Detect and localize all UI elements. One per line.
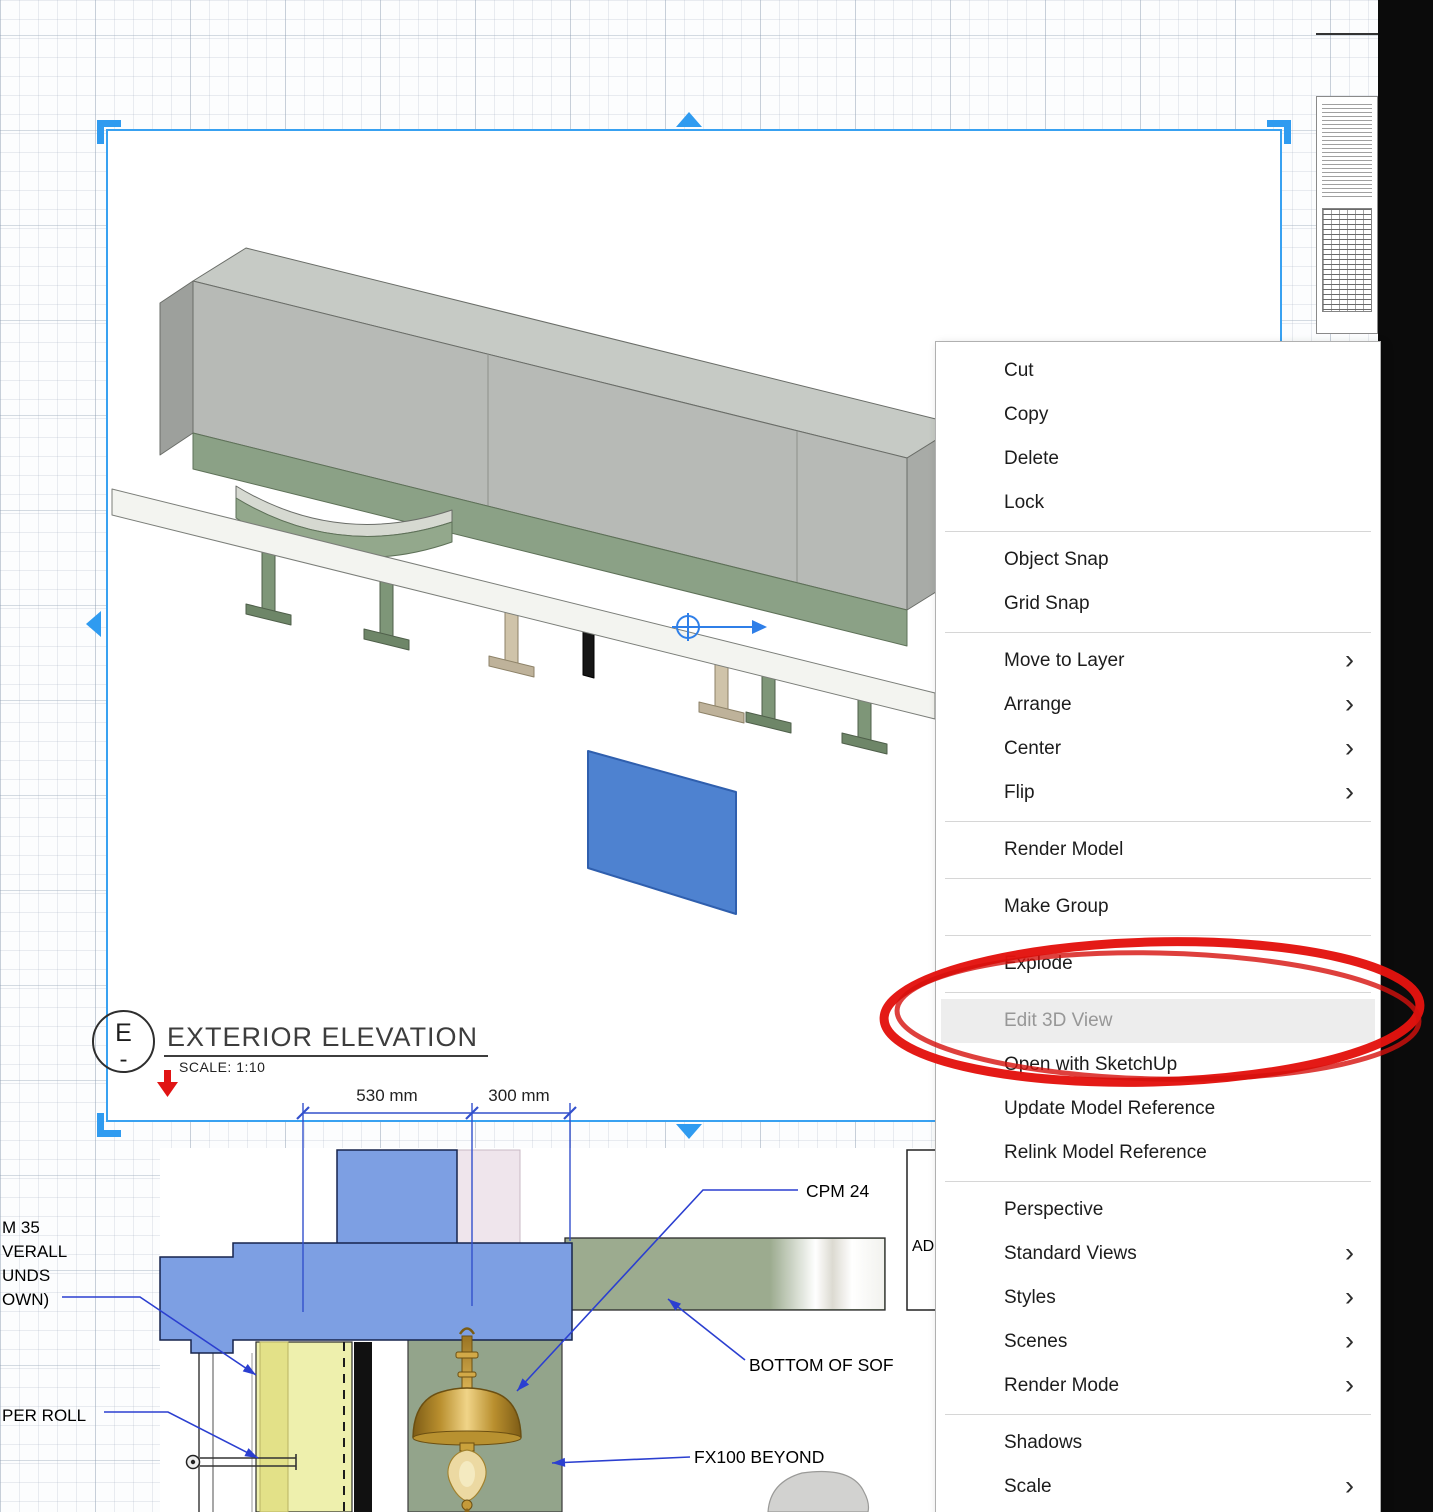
menu-item-move-to-layer[interactable]: Move to Layer › [936, 639, 1380, 683]
chevron-right-icon: › [1345, 644, 1354, 675]
menu-item-label: Update Model Reference [1004, 1098, 1216, 1119]
menu-separator [945, 531, 1371, 532]
menu-item-label: Edit 3D View [1004, 1010, 1113, 1031]
menu-item-scenes[interactable]: Scenes › [936, 1320, 1380, 1364]
title-block-sheet [1316, 96, 1378, 334]
cut-label-1: M 35 [2, 1218, 40, 1237]
menu-separator [945, 992, 1371, 993]
menu-item-render-model[interactable]: Render Model [936, 828, 1380, 872]
cut-label-2: VERALL [2, 1242, 68, 1261]
dimension-group [296, 1103, 577, 1312]
menu-separator [945, 878, 1371, 879]
detail-viewport-bg[interactable] [160, 1148, 938, 1512]
menu-item-styles[interactable]: Styles › [936, 1276, 1380, 1320]
menu-item-label: Explode [1004, 953, 1073, 974]
menu-item-center[interactable]: Center › [936, 727, 1380, 771]
menu-item-label: Delete [1004, 448, 1059, 469]
app-background-right [1378, 0, 1433, 1512]
leader-arrowheads [242, 1299, 681, 1467]
menu-item-relink-model-reference[interactable]: Relink Model Reference [936, 1131, 1380, 1175]
menu-item-label: Copy [1004, 404, 1049, 425]
menu-item-label: Flip [1004, 782, 1035, 803]
chevron-right-icon: › [1345, 1369, 1354, 1400]
menu-item-label: Perspective [1004, 1199, 1104, 1220]
menu-item-standard-views[interactable]: Standard Views › [936, 1232, 1380, 1276]
cut-label-4: OWN) [2, 1290, 50, 1309]
menu-item-update-model-reference[interactable]: Update Model Reference [936, 1087, 1380, 1131]
menu-item-label: Move to Layer [1004, 650, 1125, 671]
chevron-right-icon: › [1345, 732, 1354, 763]
menu-item-explode[interactable]: Explode [936, 942, 1380, 986]
menu-item-label: Object Snap [1004, 549, 1109, 570]
menu-item-label: Standard Views [1004, 1243, 1137, 1264]
menu-item-label: Render Model [1004, 839, 1124, 860]
menu-item-scale[interactable]: Scale › [936, 1465, 1380, 1509]
menu-item-label: Scale [1004, 1476, 1052, 1497]
menu-item-delete[interactable]: Delete [936, 437, 1380, 481]
layout-canvas: 530 mm 300 mm CPM 24 BOTTOM OF SOF FX100… [0, 0, 1433, 1512]
selection-handle-top-center[interactable] [676, 112, 702, 127]
cut-label-3: UNDS [2, 1266, 51, 1285]
menu-item-label: Open with SketchUp [1004, 1054, 1178, 1075]
menu-item-object-snap[interactable]: Object Snap [936, 538, 1380, 582]
selection-handle-bottom-center[interactable] [676, 1124, 702, 1139]
menu-item-cut[interactable]: Cut [936, 349, 1380, 393]
menu-item-label: Make Group [1004, 896, 1109, 917]
chevron-right-icon: › [1345, 776, 1354, 807]
menu-item-shadows[interactable]: Shadows [936, 1421, 1380, 1465]
menu-item-label: Scenes [1004, 1331, 1068, 1352]
label-fx100: FX100 BEYOND [694, 1447, 824, 1467]
menu-separator [945, 1414, 1371, 1415]
title-block-table [1322, 208, 1372, 312]
cornice-profile [159, 1242, 573, 1354]
menu-item-label: Grid Snap [1004, 593, 1090, 614]
selection-handle-left-center[interactable] [86, 611, 101, 637]
label-paper-roll: PER ROLL [2, 1406, 87, 1425]
chevron-right-icon: › [1345, 688, 1354, 719]
menu-item-perspective[interactable]: Perspective [936, 1188, 1380, 1232]
context-menu: Cut Copy Delete Lock Object Snap Grid Sn… [935, 341, 1381, 1512]
chevron-right-icon: › [1345, 1470, 1354, 1501]
menu-item-open-with-sketchup[interactable]: Open with SketchUp [936, 1043, 1380, 1087]
menu-item-render-mode[interactable]: Render Mode › [936, 1364, 1380, 1408]
label-note-partial: AD [912, 1238, 934, 1255]
leader-lines [62, 1189, 798, 1464]
chevron-right-icon: › [1345, 1325, 1354, 1356]
menu-item-label: Arrange [1004, 694, 1072, 715]
menu-item-edit-3d-view[interactable]: Edit 3D View [941, 999, 1375, 1043]
menu-item-make-group[interactable]: Make Group [936, 885, 1380, 929]
label-bottom-of-soffit: BOTTOM OF SOF [749, 1355, 894, 1375]
menu-item-label: Cut [1004, 360, 1034, 381]
menu-item-flip[interactable]: Flip › [936, 771, 1380, 815]
paper-roll-holder [185, 1454, 297, 1470]
menu-item-copy[interactable]: Copy [936, 393, 1380, 437]
menu-item-lock[interactable]: Lock [936, 481, 1380, 525]
menu-item-grid-snap[interactable]: Grid Snap [936, 582, 1380, 626]
menu-item-label: Lock [1004, 492, 1045, 513]
detail-drawing [159, 1149, 1068, 1512]
menu-separator [945, 632, 1371, 633]
label-cpm24: CPM 24 [806, 1181, 869, 1201]
sheet-edge-line [1316, 33, 1378, 35]
menu-item-label: Styles [1004, 1287, 1056, 1308]
pendant-lamp [412, 1327, 522, 1512]
menu-item-label: Shadows [1004, 1432, 1083, 1453]
menu-separator [945, 821, 1371, 822]
chevron-right-icon: › [1345, 1237, 1354, 1268]
menu-item-label: Center [1004, 738, 1062, 759]
menu-separator [945, 1181, 1371, 1182]
title-block-notes-text [1322, 104, 1372, 200]
menu-separator [945, 935, 1371, 936]
menu-item-label: Render Mode [1004, 1375, 1120, 1396]
menu-item-label: Relink Model Reference [1004, 1142, 1207, 1163]
menu-item-arrange[interactable]: Arrange › [936, 683, 1380, 727]
chevron-right-icon: › [1345, 1281, 1354, 1312]
